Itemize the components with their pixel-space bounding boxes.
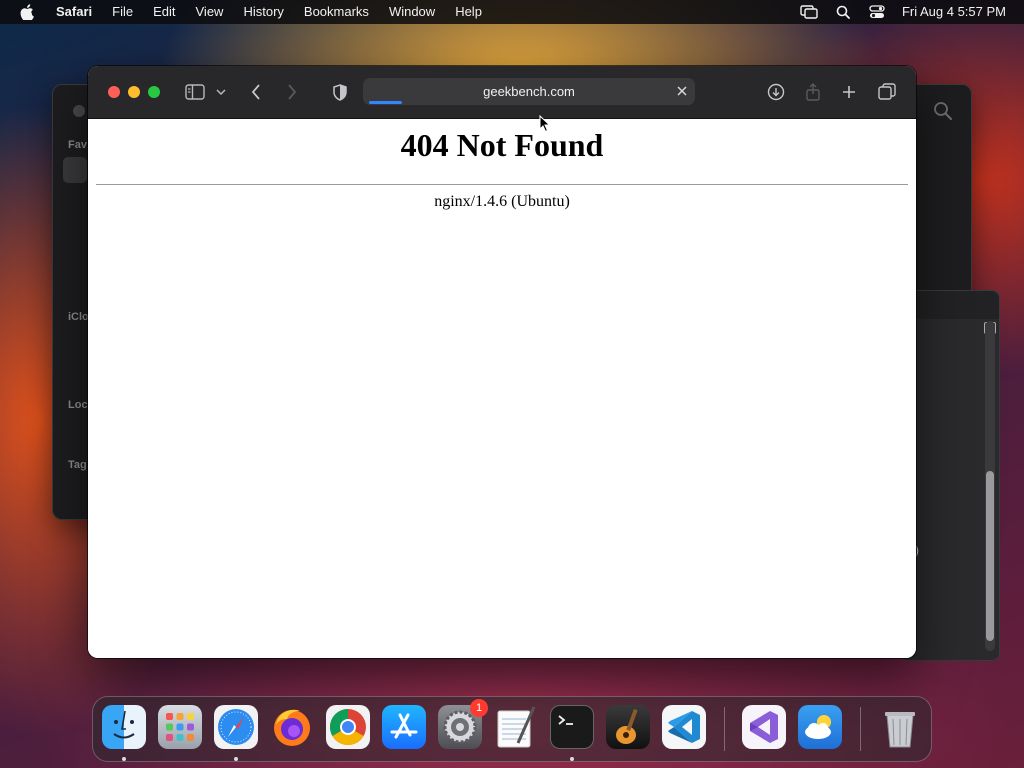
dock-running-indicator [570,757,574,761]
web-page-content: 404 Not Found nginx/1.4.6 (Ubuntu) [88,119,916,658]
menu-app-safari[interactable]: Safari [52,0,102,24]
menu-clock[interactable]: Fri Aug 4 5:57 PM [894,0,1024,24]
finder-sidebar-favorites-label: Fav [68,139,87,151]
sidebar-toggle-icon[interactable] [184,82,206,102]
stop-loading-x-icon[interactable] [675,84,689,98]
tab-overview-icon[interactable] [876,82,898,102]
dock: 1 [92,696,932,762]
dock-safari-icon[interactable] [214,705,258,749]
dock-textedit-icon[interactable] [494,705,538,749]
dock-visual-studio-icon[interactable] [742,705,786,749]
safari-window: geekbench.com 404 Not Found nginx/1.4.6 … [88,66,916,658]
address-url[interactable]: geekbench.com [363,78,695,105]
dock-chrome-icon[interactable] [326,705,370,749]
forward-button-icon[interactable] [281,82,303,102]
menu-bookmarks[interactable]: Bookmarks [294,0,379,24]
finder-sidebar-locations-label: Loc [68,399,88,411]
zoom-window-button[interactable] [148,86,160,98]
new-tab-plus-icon[interactable] [838,82,860,102]
dock-terminal-icon[interactable] [550,705,594,749]
downloads-icon[interactable] [765,82,787,102]
address-bar[interactable]: geekbench.com [363,78,695,105]
menu-bar: Safari File Edit View History Bookmarks … [0,0,1024,24]
close-window-button[interactable] [108,86,120,98]
sidebar-dropdown-chevron-icon[interactable] [214,82,228,102]
dock-separator [724,707,725,751]
dock-running-indicator [234,757,238,761]
dock-weather-icon[interactable] [798,705,842,749]
menu-edit[interactable]: Edit [143,0,185,24]
menu-view[interactable]: View [186,0,234,24]
menu-file[interactable]: File [102,0,143,24]
dock-garageband-icon[interactable] [606,705,650,749]
page-title: 404 Not Found [400,127,604,163]
menu-window[interactable]: Window [379,0,445,24]
dock-running-indicator [122,757,126,761]
dock-firefox-icon[interactable] [270,705,314,749]
dock-system-settings-icon[interactable]: 1 [438,699,488,749]
back-button-icon[interactable] [245,82,267,102]
page-divider [96,184,908,185]
share-icon[interactable] [802,82,824,102]
dock-launchpad-icon[interactable] [158,705,202,749]
server-signature: nginx/1.4.6 (Ubuntu) [434,193,570,210]
finder-sidebar-tags-label: Tag [68,459,87,471]
dock-vscode-icon[interactable] [662,705,706,749]
control-center-icon[interactable] [868,3,886,21]
notification-badge: 1 [470,699,488,717]
safari-toolbar: geekbench.com [88,66,916,119]
mouse-pointer-icon [539,114,551,133]
finder-sidebar-selected-item[interactable] [63,157,87,183]
privacy-report-shield-icon[interactable] [329,82,351,102]
scrollbar-thumb[interactable] [986,471,994,641]
dock-app-store-icon[interactable] [382,705,426,749]
dock-trash-icon[interactable] [878,705,922,749]
spotlight-search-icon[interactable] [834,3,852,21]
dock-finder-icon[interactable] [102,705,146,749]
screen-mirroring-icon[interactable] [800,3,818,21]
minimize-window-button[interactable] [128,86,140,98]
finder-traffic-light[interactable] [73,105,85,117]
finder-search-icon[interactable] [933,101,953,121]
finder-sidebar-icloud-label: iClo [68,311,89,323]
menu-help[interactable]: Help [445,0,492,24]
apple-menu-icon[interactable] [17,0,37,24]
menu-history[interactable]: History [233,0,293,24]
dock-separator [860,707,861,751]
